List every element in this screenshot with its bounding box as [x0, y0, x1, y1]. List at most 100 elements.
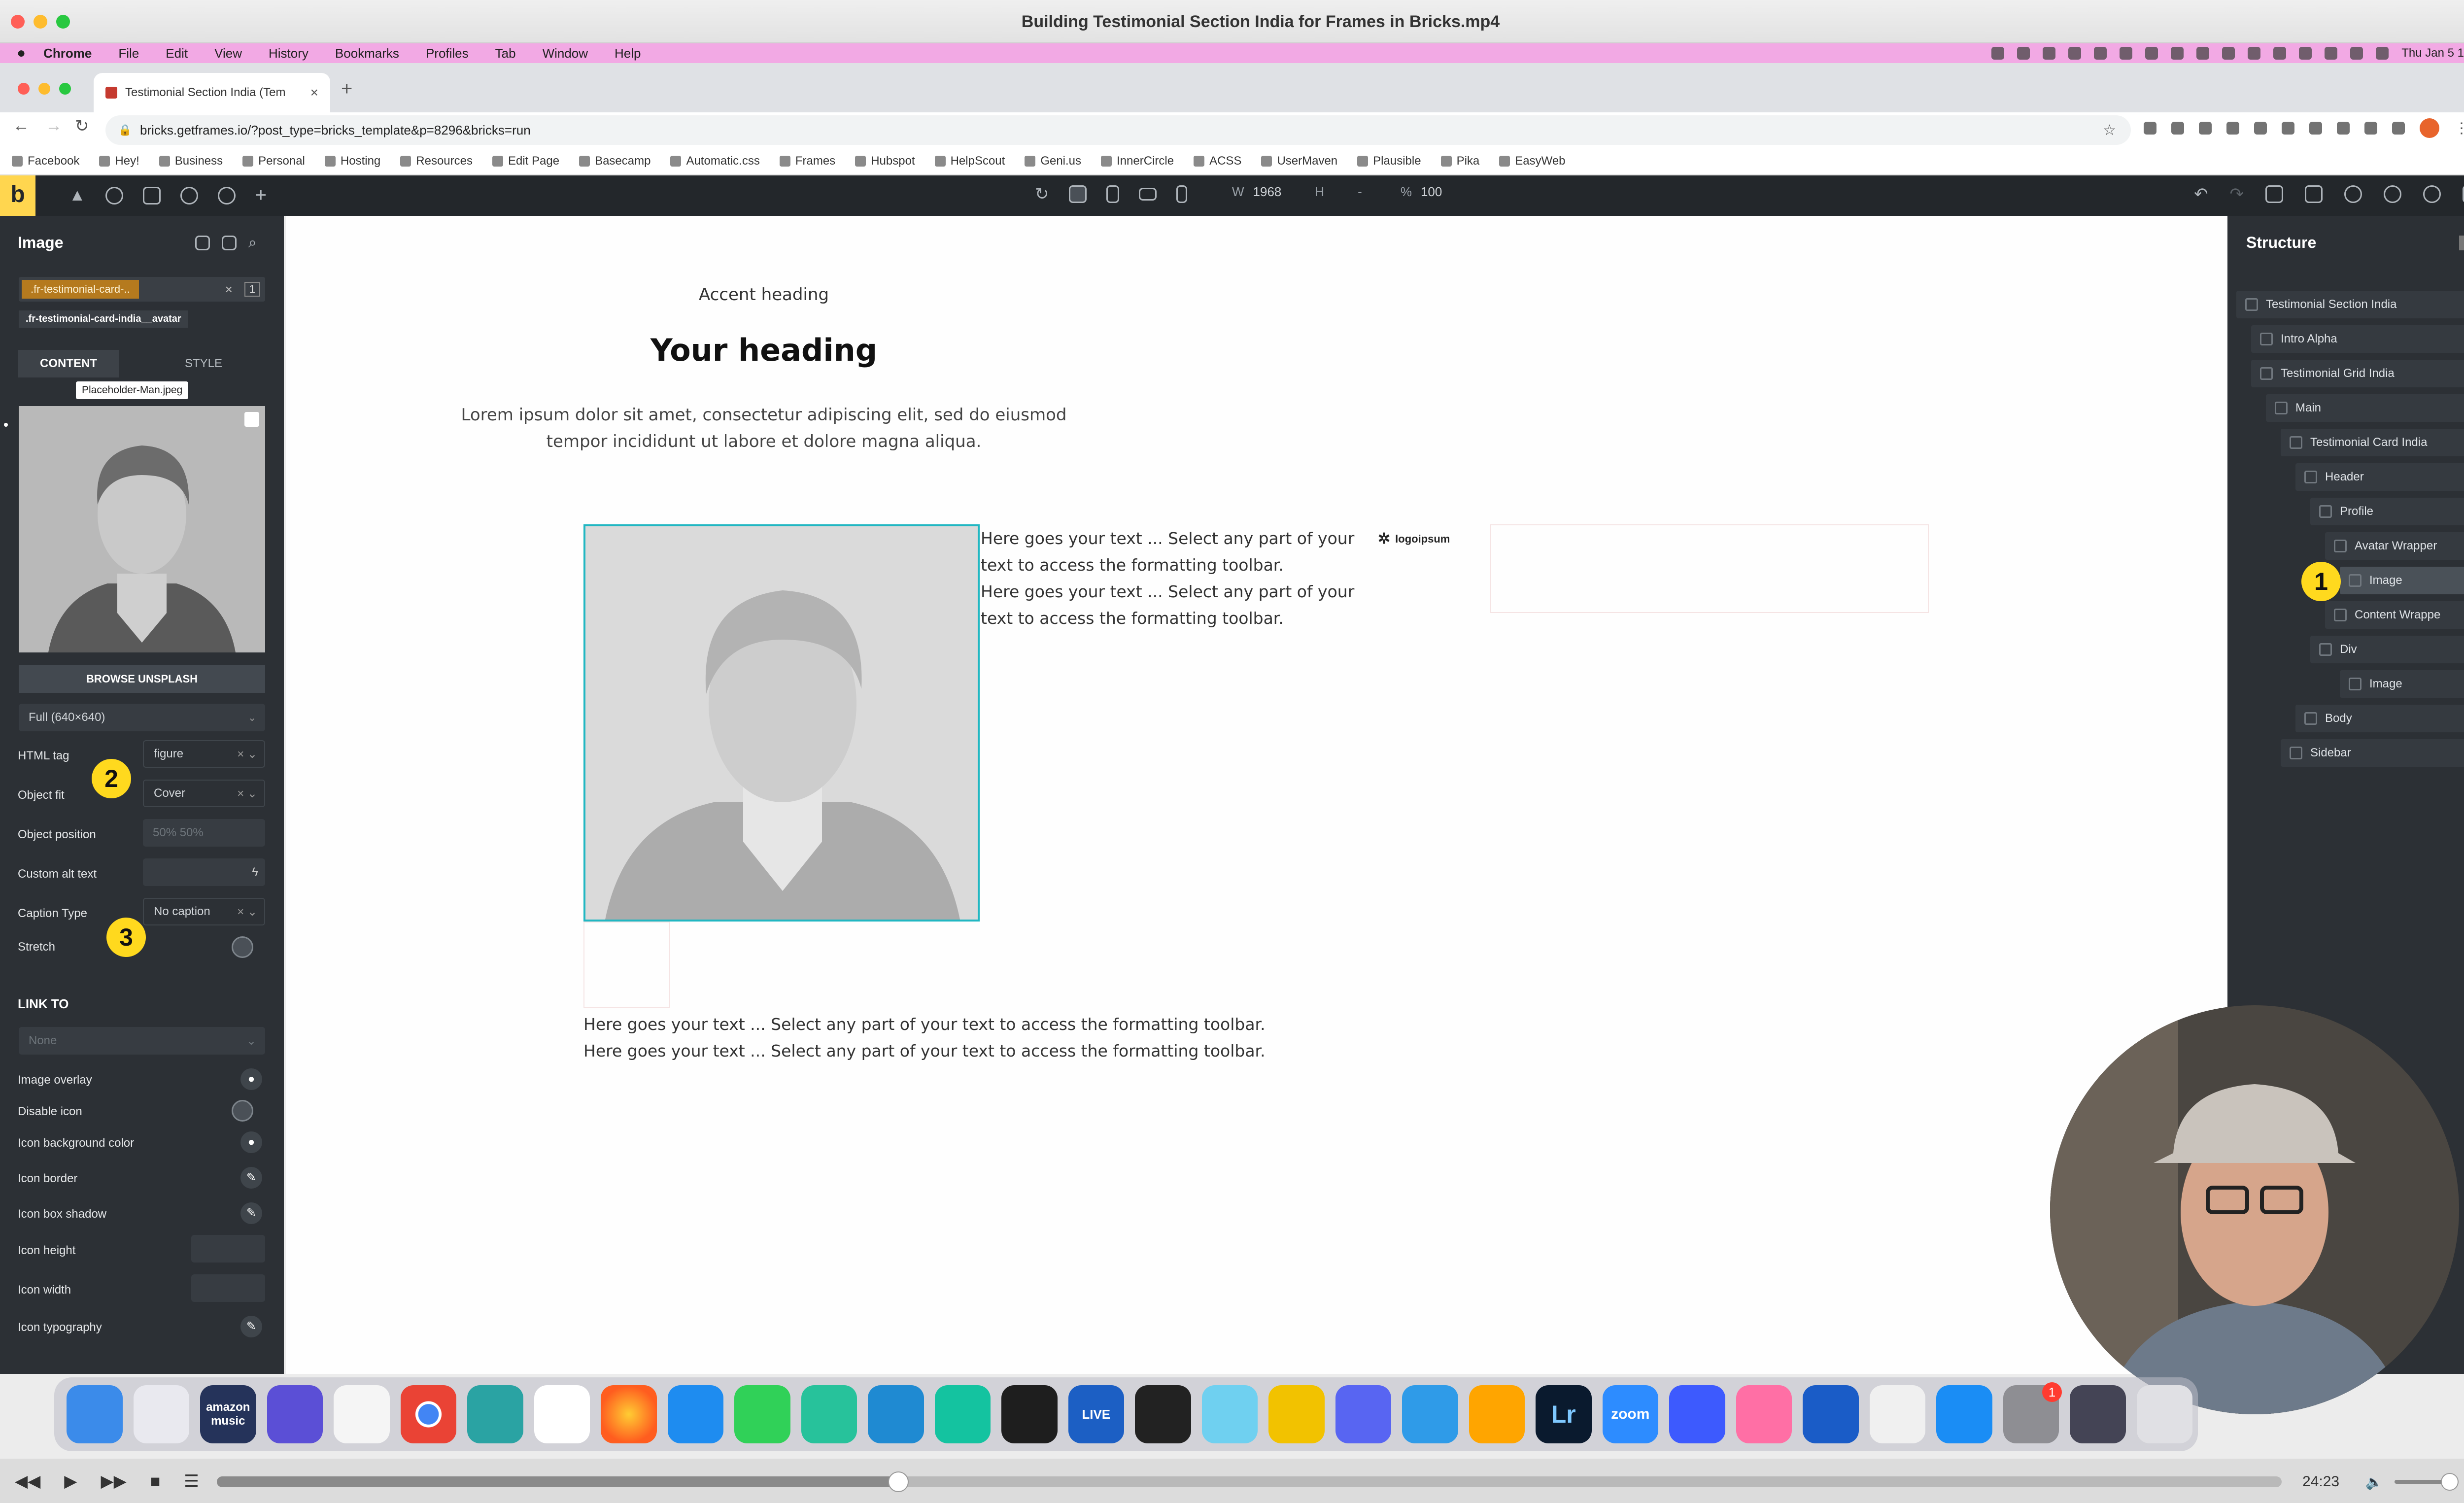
rewind-icon[interactable]: ◀◀: [15, 1471, 40, 1491]
zoom-window-button[interactable]: [56, 15, 70, 29]
empty-div-box[interactable]: [583, 922, 670, 1008]
close-window-button[interactable]: [11, 15, 25, 29]
extension-icon[interactable]: [2254, 122, 2267, 135]
pencil-icon[interactable]: ✎: [240, 1202, 262, 1224]
bookmark-item[interactable]: Edit Page: [492, 154, 559, 168]
lightroom-icon[interactable]: Lr: [1536, 1385, 1592, 1443]
volume-handle[interactable]: [2440, 1473, 2459, 1491]
status-icon[interactable]: [2017, 47, 2030, 60]
extension-icon[interactable]: [2171, 122, 2184, 135]
url-field[interactable]: 🔒 bricks.getframes.io/?post_type=bricks_…: [105, 115, 2131, 145]
clear-icon[interactable]: × ⌄: [237, 747, 257, 761]
structure-item-testimonial-section[interactable]: Testimonial Section India: [2236, 291, 2464, 318]
structure-item-image[interactable]: Image: [2340, 670, 2464, 698]
vscode-icon[interactable]: [868, 1385, 924, 1443]
grammarly-icon[interactable]: [934, 1385, 991, 1443]
menu-view[interactable]: View: [214, 46, 242, 61]
status-icon[interactable]: [2145, 47, 2158, 60]
menu-help[interactable]: Help: [615, 46, 641, 61]
fast-forward-icon[interactable]: ▶▶: [101, 1471, 126, 1491]
pencil-icon[interactable]: ✎: [240, 1167, 262, 1189]
accent-heading[interactable]: Accent heading: [286, 285, 1242, 305]
bookmark-item[interactable]: Business: [159, 154, 223, 168]
app-store-icon[interactable]: [1936, 1385, 1992, 1443]
chrome-menu-icon[interactable]: ⋮: [2454, 120, 2464, 137]
wordpress-icon[interactable]: [2384, 185, 2401, 203]
tab-close-icon[interactable]: ×: [310, 85, 318, 101]
final-cut-icon[interactable]: [1135, 1385, 1191, 1443]
structure-item-testimonial-card[interactable]: Testimonial Card India: [2281, 429, 2464, 456]
card-text-block[interactable]: Here goes your text ... Select any part …: [981, 525, 1354, 632]
discord-icon[interactable]: [1335, 1385, 1391, 1443]
bookmark-item[interactable]: Resources: [400, 154, 473, 168]
tab-content[interactable]: CONTENT: [18, 350, 119, 377]
bookmark-item[interactable]: Personal: [242, 154, 305, 168]
extension-icon[interactable]: [2199, 122, 2212, 135]
puzzle-icon[interactable]: [2364, 122, 2377, 135]
amazon-music-icon[interactable]: amazon music: [200, 1385, 256, 1443]
figma-icon[interactable]: [1001, 1385, 1058, 1443]
finder-icon[interactable]: [67, 1385, 123, 1443]
zoom-icon[interactable]: zoom: [1602, 1385, 1658, 1443]
messages-icon[interactable]: [734, 1385, 790, 1443]
menu-edit[interactable]: Edit: [166, 46, 188, 61]
stretch-toggle[interactable]: [232, 936, 253, 958]
bookmark-item[interactable]: Hey!: [99, 154, 139, 168]
prompt-icon[interactable]: [467, 1385, 523, 1443]
bookmark-item[interactable]: Hosting: [324, 154, 380, 168]
minimize-window-button[interactable]: [34, 15, 47, 29]
undo-icon[interactable]: ↶: [2194, 184, 2208, 204]
bookmark-item[interactable]: Hubspot: [855, 154, 915, 168]
copy-styles-icon[interactable]: [195, 236, 210, 250]
menubar-clock[interactable]: Thu Jan 5 1:17 PM: [2401, 46, 2464, 60]
image-preview[interactable]: [19, 406, 265, 652]
dynamic-data-icon[interactable]: ϟ: [252, 865, 258, 879]
volume-low-icon[interactable]: 🔈: [2365, 1474, 2383, 1490]
bricks-logo[interactable]: b: [0, 175, 35, 216]
html-tag-select[interactable]: figure × ⌄: [143, 740, 265, 768]
clear-icon[interactable]: × ⌄: [237, 786, 257, 801]
empty-sidebar-box[interactable]: [1490, 524, 1929, 613]
structure-item-testimonial-grid[interactable]: Testimonial Grid India: [2251, 360, 2464, 387]
structure-item-profile[interactable]: Profile: [2310, 498, 2464, 525]
direct-mail-icon[interactable]: [334, 1385, 390, 1443]
bookmark-item[interactable]: ACSS: [1194, 154, 1241, 168]
affinity-icon[interactable]: [801, 1385, 857, 1443]
trash-icon[interactable]: [2459, 236, 2464, 250]
remove-image-icon[interactable]: [244, 412, 259, 427]
class-selector[interactable]: .fr-testimonial-card-.. × 1: [19, 277, 265, 302]
structure-item-body[interactable]: Body: [2295, 705, 2464, 732]
icon-height-input[interactable]: [191, 1235, 265, 1263]
status-icon[interactable]: [2120, 47, 2133, 60]
1password-icon[interactable]: [1803, 1385, 1859, 1443]
trash-icon[interactable]: [2136, 1385, 2192, 1443]
system-settings-icon[interactable]: 1: [2003, 1382, 2062, 1443]
extension-icon[interactable]: [2226, 122, 2239, 135]
filezilla-icon[interactable]: [1268, 1385, 1325, 1443]
help-icon[interactable]: [105, 186, 123, 205]
search-icon[interactable]: [2325, 47, 2338, 60]
chrome-close-button[interactable]: [18, 83, 30, 95]
bookmark-item[interactable]: Basecamp: [579, 154, 650, 168]
bookmark-item[interactable]: HelpScout: [934, 154, 1005, 168]
apple-icon[interactable]: ●: [17, 45, 26, 62]
status-icon[interactable]: [2222, 47, 2235, 60]
pencil-icon[interactable]: ✎: [240, 1316, 262, 1337]
tablet-landscape-icon[interactable]: [1106, 185, 1119, 203]
bookmark-item[interactable]: Frames: [779, 154, 835, 168]
control-center-icon[interactable]: [2350, 47, 2363, 60]
lead-text-line-2[interactable]: tempor incididunt ut labore et dolore ma…: [286, 432, 1242, 451]
volume-slider[interactable]: [2394, 1473, 2459, 1491]
search-icon[interactable]: ⌕: [248, 235, 257, 251]
selected-avatar-image[interactable]: [583, 524, 980, 922]
setapp-icon[interactable]: [534, 1385, 590, 1443]
menu-history[interactable]: History: [269, 46, 308, 61]
menu-tab[interactable]: Tab: [495, 46, 516, 61]
menu-file[interactable]: File: [118, 46, 139, 61]
extension-icon[interactable]: [2282, 122, 2294, 135]
status-icon[interactable]: [2094, 47, 2107, 60]
structure-item-image-selected[interactable]: Image: [2340, 567, 2464, 594]
status-icon[interactable]: [2068, 47, 2082, 60]
bookmark-item[interactable]: Automatic.css: [670, 154, 760, 168]
structure-item-div[interactable]: Div: [2310, 636, 2464, 663]
